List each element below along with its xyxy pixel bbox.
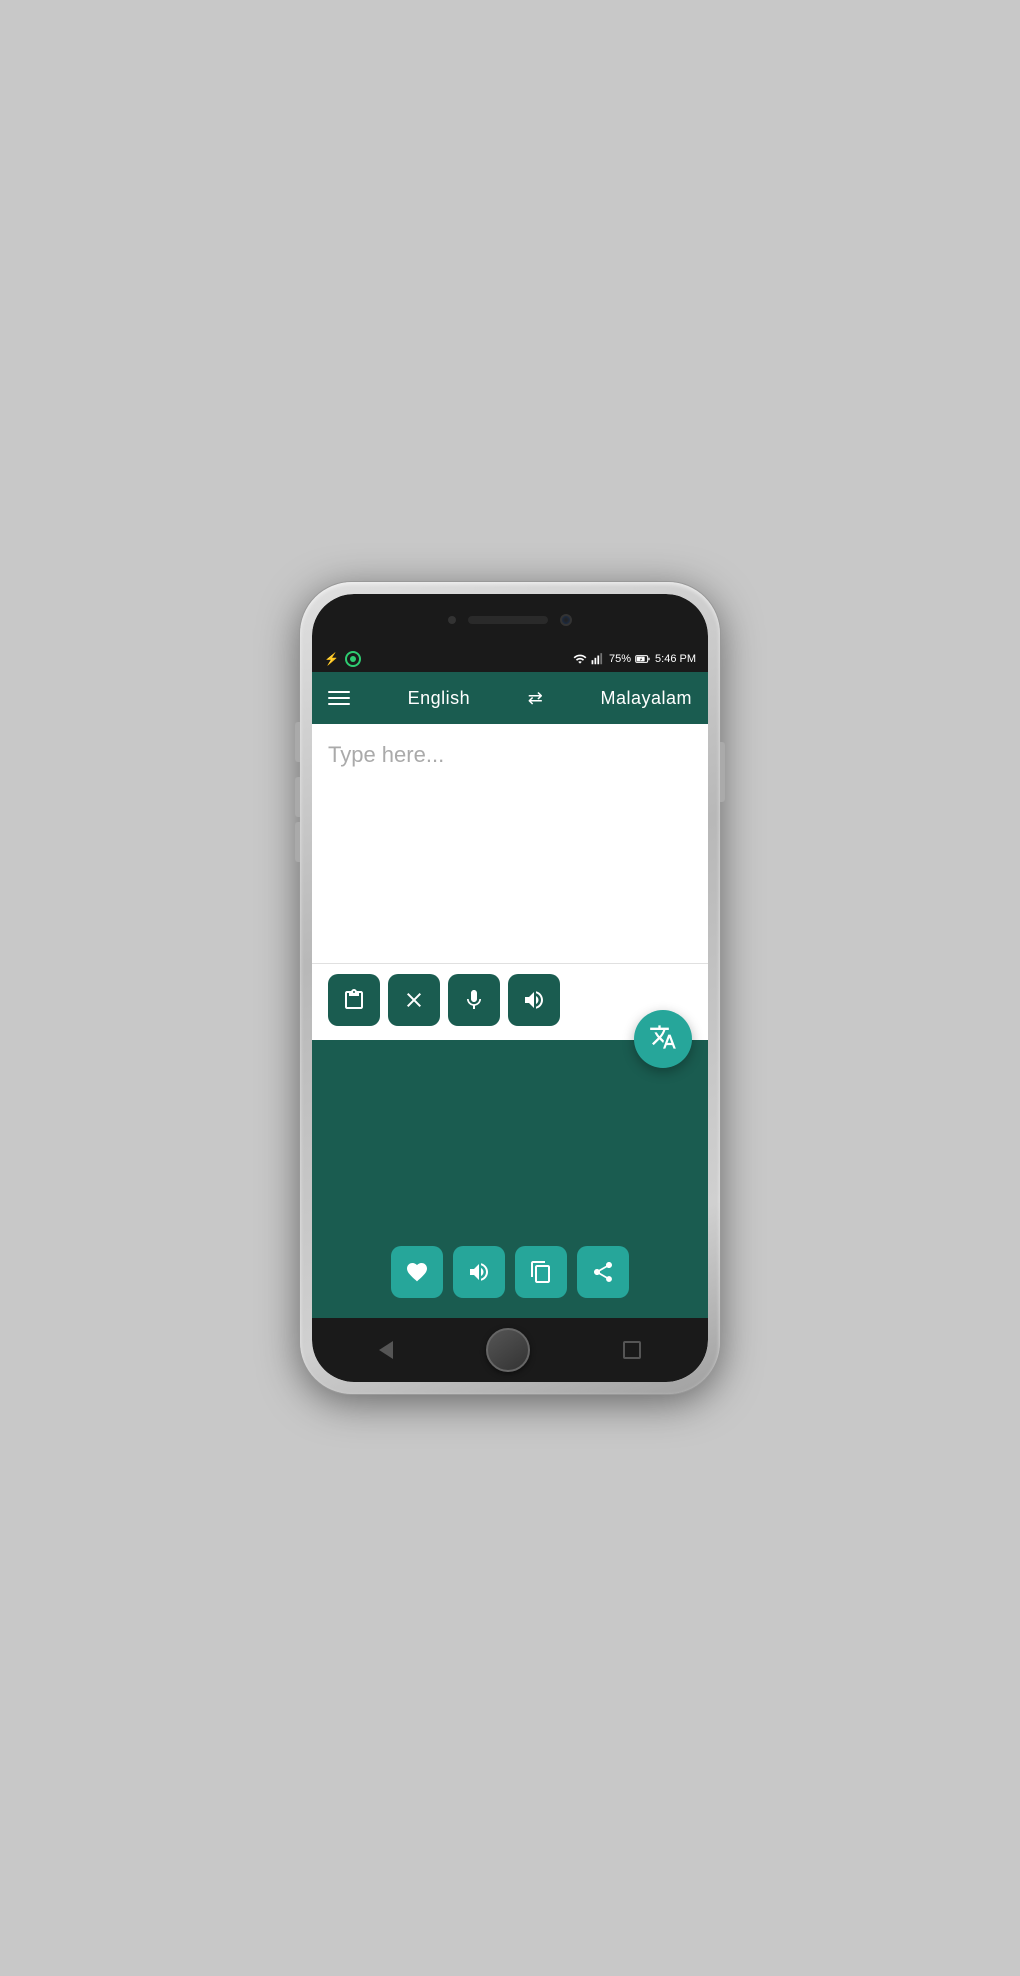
mic-button[interactable] [448,974,500,1026]
wifi-icon [573,652,587,666]
output-area [312,1040,708,1246]
clipboard-icon [342,988,366,1012]
output-speaker-button[interactable] [453,1246,505,1298]
speaker-grille [468,616,548,624]
output-volume-icon [467,1260,491,1284]
status-bar: ⚡ 75% [312,646,708,672]
bottom-bezel [312,1318,708,1382]
camera [560,614,572,626]
speaker-button[interactable] [508,974,560,1026]
input-placeholder: Type here... [328,742,444,767]
phone-screen: ⚡ 75% [312,594,708,1382]
status-right: 75% 5:46 PM [573,651,696,667]
translate-fab-button[interactable] [634,1010,692,1068]
top-bezel [312,594,708,646]
share-button[interactable] [577,1246,629,1298]
recents-button[interactable] [623,1341,641,1359]
copy-icon [529,1260,553,1284]
volume-icon [522,988,546,1012]
status-left: ⚡ [324,651,361,667]
time-display: 5:46 PM [655,653,696,665]
translate-icon [649,1023,677,1054]
usb-icon: ⚡ [324,652,339,666]
source-language[interactable]: English [408,688,471,709]
menu-button[interactable] [328,691,350,705]
close-icon [402,988,426,1012]
back-button[interactable] [379,1341,393,1359]
signal-icon [591,652,605,666]
output-toolbar [312,1246,708,1318]
heart-icon [405,1260,429,1284]
clear-button[interactable] [388,974,440,1026]
app-content: English ⇄ Malayalam Type here... [312,672,708,1318]
notification-icon [345,651,361,667]
phone-frame: ⚡ 75% [300,582,720,1394]
paste-button[interactable] [328,974,380,1026]
app-header: English ⇄ Malayalam [312,672,708,724]
favorite-button[interactable] [391,1246,443,1298]
input-area[interactable]: Type here... [312,724,708,964]
share-icon [591,1260,615,1284]
mic-icon [462,988,486,1012]
input-toolbar [312,964,708,1040]
battery-icon [635,651,651,667]
speaker-dot [448,616,456,624]
target-language[interactable]: Malayalam [600,688,692,709]
battery-percent: 75% [609,653,631,665]
swap-languages-button[interactable]: ⇄ [528,688,543,709]
copy-output-button[interactable] [515,1246,567,1298]
home-button[interactable] [486,1328,530,1372]
